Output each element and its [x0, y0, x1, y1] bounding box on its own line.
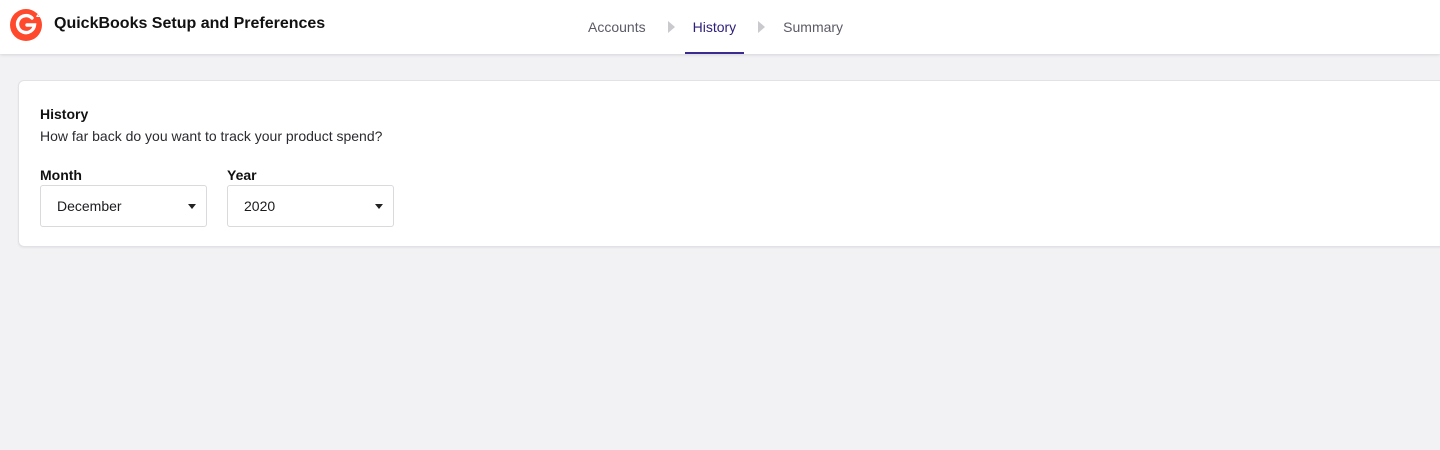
app-title: QuickBooks Setup and Preferences: [54, 15, 326, 32]
card-description: How far back do you want to track your p…: [40, 128, 383, 144]
step-summary[interactable]: Summary: [775, 0, 851, 54]
setup-steps: Accounts History Summary: [580, 0, 851, 54]
top-bar: 2 QuickBooks Setup and Preferences Accou…: [0, 0, 1440, 54]
step-history-label: History: [692, 19, 737, 35]
g2-logo-icon[interactable]: 2: [10, 6, 44, 42]
month-label: Month: [40, 167, 82, 183]
caret-down-icon: [375, 204, 383, 209]
month-select[interactable]: December: [40, 185, 207, 227]
year-select[interactable]: 2020: [227, 185, 394, 227]
svg-text:2: 2: [36, 9, 42, 20]
step-accounts-label: Accounts: [588, 19, 646, 35]
step-accounts[interactable]: Accounts: [580, 0, 654, 54]
step-history[interactable]: History: [684, 0, 745, 54]
chevron-right-icon: [758, 21, 766, 33]
year-select-value: 2020: [244, 198, 276, 214]
history-card: History How far back do you want to trac…: [18, 80, 1440, 247]
year-label: Year: [227, 167, 257, 183]
card-title: History: [40, 106, 89, 122]
step-summary-label: Summary: [783, 19, 844, 35]
month-select-value: December: [57, 198, 122, 214]
chevron-right-icon: [667, 21, 675, 33]
caret-down-icon: [188, 204, 196, 209]
